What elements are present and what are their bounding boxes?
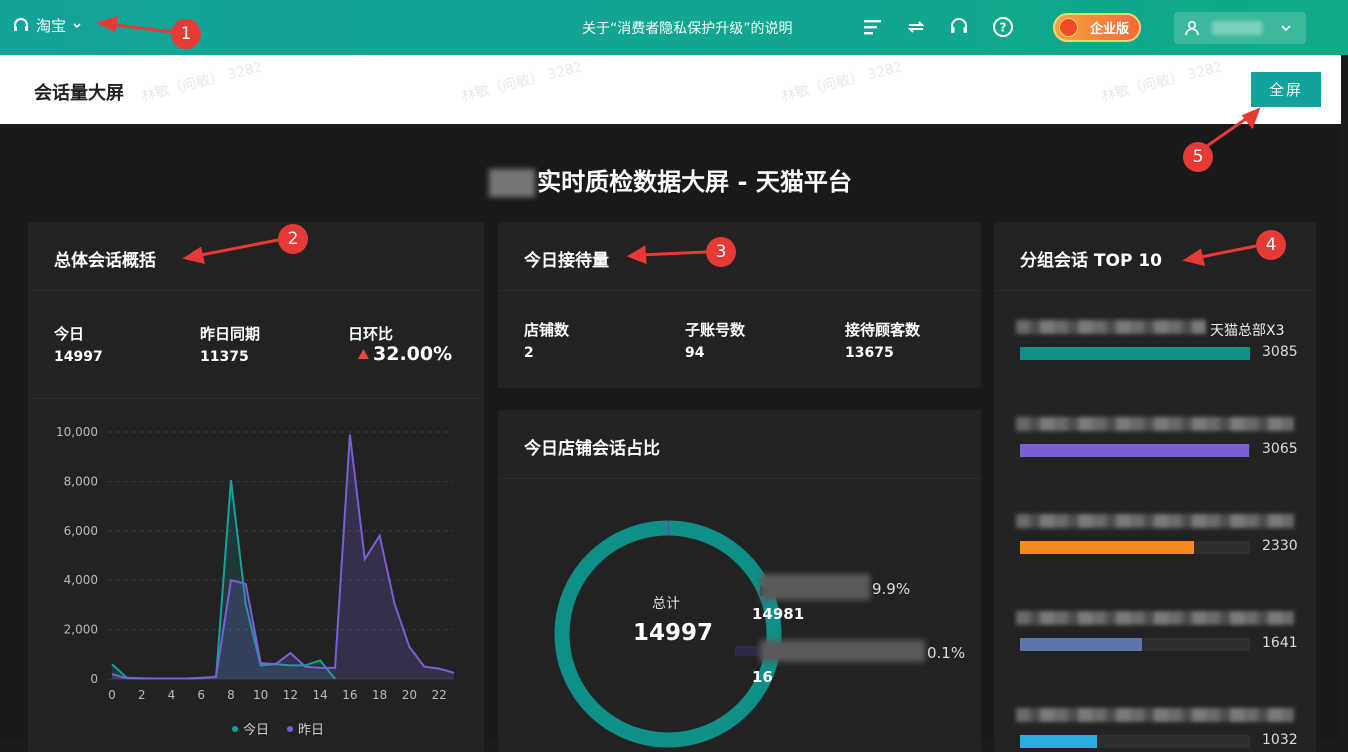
annotation-marker-3: 3: [706, 237, 736, 267]
annotation-marker-2: 2: [278, 224, 308, 254]
annotation-marker-5: 5: [1183, 142, 1213, 172]
annotation-marker-4: 4: [1256, 230, 1286, 260]
annotation-marker-1: 1: [171, 19, 201, 49]
annotation-layer: [0, 0, 1348, 740]
